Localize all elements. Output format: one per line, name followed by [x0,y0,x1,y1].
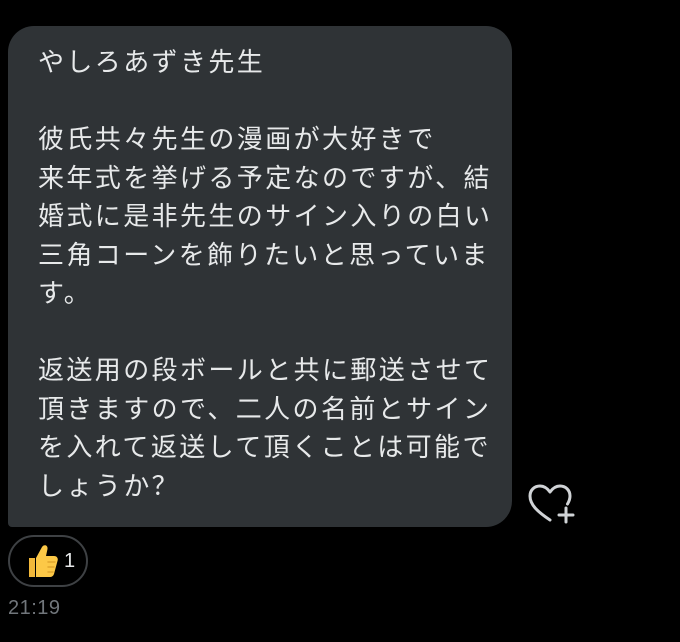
thumbs-up-icon [29,545,58,577]
message-line: 来年式を挙げる予定なのですが、結 [38,163,492,194]
message-line: を入れて返送して頂くことは可能で [38,433,491,463]
add-reaction-button[interactable] [526,482,578,526]
reaction-count: 1 [64,549,76,572]
heart-plus-icon [528,484,575,524]
message-line: 三角コーンを飾りたいと思っていま [38,240,490,271]
message-line [38,83,512,122]
message-line: しょうか？ [38,471,181,502]
message-timestamp: 21:19 [8,597,61,619]
message-line: 婚式に是非先生のサイン入りの白い [38,202,493,232]
message-line: やしろあずき先生 [38,48,266,78]
message-line: 頂きますので、二人の名前とサイン [38,394,492,425]
message-line: す。 [38,279,93,309]
message-bubble: やしろあずき先生 彼氏共々先生の漫画が大好きで 来年式を挙げる予定なのですが、結… [8,26,512,527]
message-line: 彼氏共々先生の漫画が大好きで [38,125,436,155]
reaction-pill[interactable]: 1 [8,535,88,587]
message-line: 返送用の段ボールと共に郵送させて [38,356,493,386]
message-line [38,314,512,353]
